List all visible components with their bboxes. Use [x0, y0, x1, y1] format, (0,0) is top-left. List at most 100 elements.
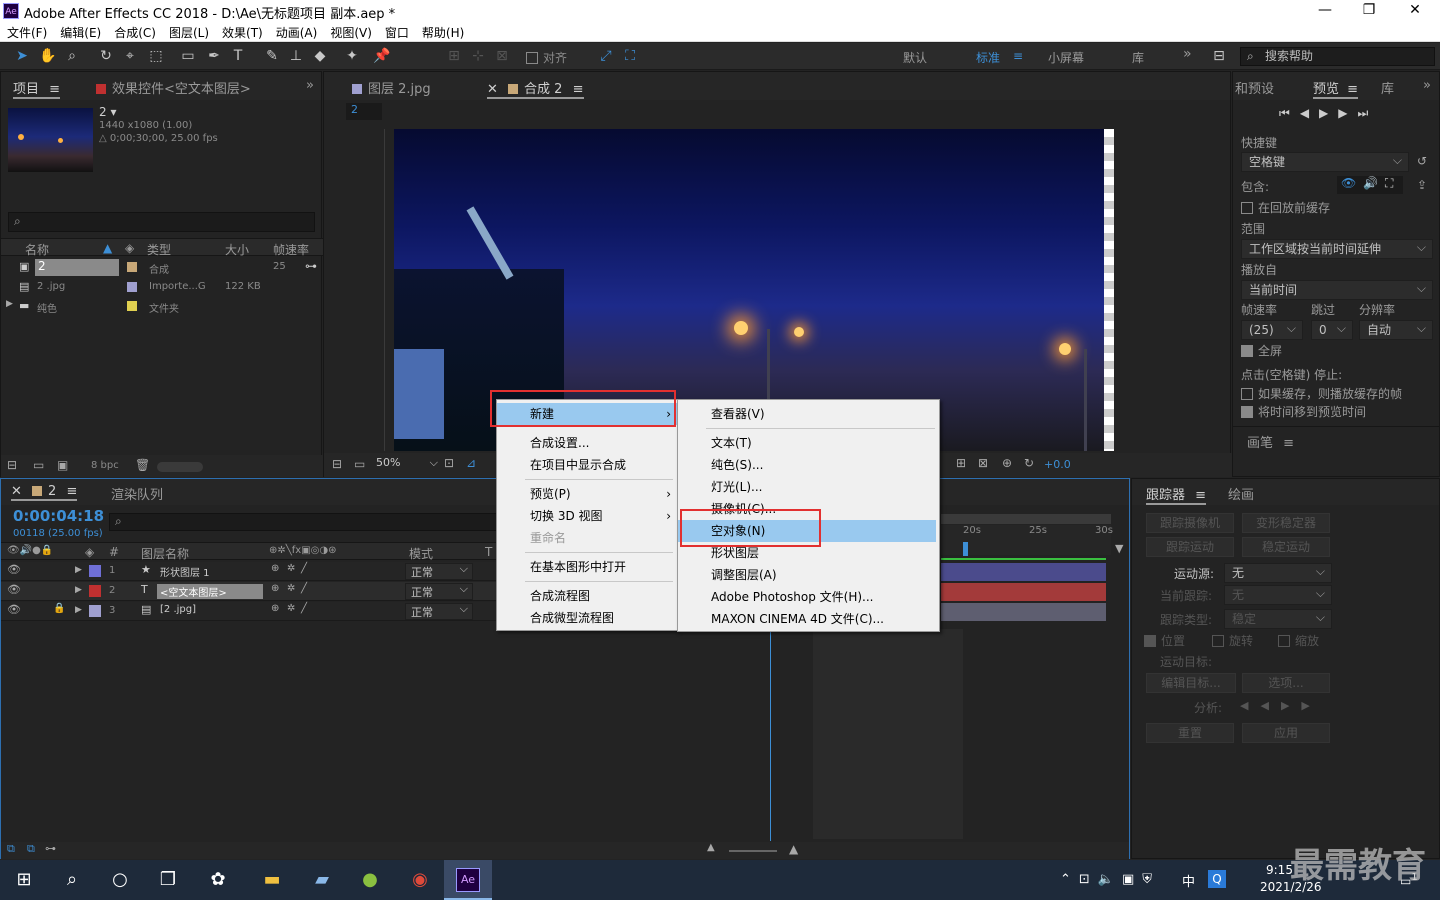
- file-explorer-icon[interactable]: ▬: [248, 860, 296, 900]
- rotation-checkbox[interactable]: 旋转: [1212, 632, 1253, 649]
- track-motion-button[interactable]: 跟踪运动: [1146, 537, 1234, 557]
- clock-time[interactable]: 9:15: [1266, 863, 1293, 877]
- stop-option-cache[interactable]: 如果缓存，则播放缓存的帧: [1241, 385, 1402, 402]
- bit-depth[interactable]: 8 bpc: [91, 460, 119, 471]
- timeline-search-input[interactable]: ⌕: [109, 513, 499, 531]
- snap-edges-icon[interactable]: ⤢: [596, 47, 616, 65]
- current-timecode[interactable]: 0:00:04:18: [13, 507, 104, 525]
- menu-file[interactable]: 文件(F): [0, 22, 53, 41]
- shy-switch-icon[interactable]: ⊕: [271, 603, 279, 614]
- quality-switch-icon[interactable]: ╱: [301, 583, 307, 594]
- melon-app-icon[interactable]: ●: [346, 860, 394, 900]
- visibility-eye-icon[interactable]: 👁: [7, 583, 21, 596]
- brush-tool-icon[interactable]: ✎: [262, 47, 282, 65]
- tab-project[interactable]: 项目 ≡: [13, 78, 61, 99]
- layer-bar-text[interactable]: [941, 583, 1106, 601]
- region-of-interest-icon[interactable]: ⊿: [466, 456, 476, 470]
- visibility-eye-icon[interactable]: 👁: [7, 563, 21, 576]
- blend-mode-dropdown[interactable]: 正常 ⌵: [405, 602, 473, 620]
- network-icon[interactable]: ⊡: [1079, 872, 1098, 887]
- puppet-pin-tool-icon[interactable]: 📌: [372, 47, 392, 65]
- qq-icon[interactable]: Q: [1208, 870, 1226, 888]
- reset-icon[interactable]: ↺: [1417, 154, 1427, 168]
- zoom-in-icon[interactable]: ▲: [789, 842, 798, 856]
- fps-dropdown[interactable]: (25): [1241, 319, 1303, 340]
- minimize-button[interactable]: —: [1305, 2, 1345, 18]
- tab-brushes[interactable]: 画笔 ≡: [1247, 432, 1294, 451]
- layer-bar-image[interactable]: [941, 603, 1106, 621]
- monitor-icon[interactable]: ▭: [354, 457, 365, 471]
- collapse-switch-icon[interactable]: ✲: [287, 563, 295, 574]
- clone-stamp-tool-icon[interactable]: ⊥: [286, 47, 306, 65]
- snapshot-icon[interactable]: ⊞: [956, 456, 966, 470]
- tab-effects-presets[interactable]: 和预设: [1235, 78, 1274, 97]
- submenu-item-cinema4d-file[interactable]: MAXON CINEMA 4D 文件(C)...: [678, 608, 939, 630]
- menu-edit[interactable]: 编辑(E): [53, 22, 107, 41]
- shortcut-dropdown[interactable]: 空格键: [1241, 151, 1409, 172]
- expand-triangle-icon[interactable]: ▶: [6, 299, 13, 309]
- rectangle-tool-icon[interactable]: ▭: [178, 47, 198, 65]
- close-button[interactable]: ✕: [1395, 2, 1435, 18]
- comp-dropdown-icon[interactable]: ▾: [110, 105, 116, 119]
- resolution-dropdown[interactable]: 自动: [1359, 319, 1433, 340]
- stop-option-move-time[interactable]: 将时间移到预览时间: [1241, 403, 1366, 420]
- work-area-bar[interactable]: [941, 514, 1111, 524]
- layer-label-color[interactable]: [89, 605, 101, 617]
- workspace-menu-icon[interactable]: ≡: [1013, 49, 1023, 63]
- zoom-out-icon[interactable]: ▲: [707, 842, 715, 853]
- menu-item-reveal-in-project[interactable]: 在项目中显示合成: [497, 454, 677, 476]
- skip-dropdown[interactable]: 0: [1311, 319, 1353, 340]
- col-fps[interactable]: 帧速率: [273, 241, 309, 258]
- menu-layer[interactable]: 图层(L): [162, 22, 215, 41]
- selection-tool-icon[interactable]: ➤: [12, 47, 32, 65]
- chrome-icon[interactable]: ◉: [396, 860, 444, 900]
- reset-button[interactable]: 重置: [1146, 723, 1234, 743]
- pen-tool-icon[interactable]: ✒: [204, 47, 224, 65]
- item-name-editing[interactable]: 2: [35, 259, 119, 276]
- motion-source-dropdown[interactable]: 无: [1224, 562, 1332, 583]
- workspace-default[interactable]: 默认: [903, 49, 927, 66]
- new-folder-icon[interactable]: ▭: [33, 458, 44, 472]
- windows-start-icon[interactable]: ⊞: [0, 860, 48, 900]
- menu-item-comp-flowchart[interactable]: 合成流程图: [497, 585, 677, 607]
- menu-item-comp-settings[interactable]: 合成设置...: [497, 432, 677, 454]
- col-layer-name[interactable]: 图层名称: [141, 545, 189, 562]
- play-icon[interactable]: ▶: [1319, 106, 1338, 120]
- analyze-forward-frame-icon[interactable]: ▶: [1301, 699, 1321, 712]
- shy-switch-icon[interactable]: ⊕: [271, 563, 279, 574]
- flowchart-icon[interactable]: ⊶: [45, 842, 56, 855]
- close-tab-icon[interactable]: ✕: [487, 82, 498, 97]
- layer-label-color[interactable]: [89, 585, 101, 597]
- always-preview-icon[interactable]: ⊟: [332, 457, 342, 471]
- menu-effect[interactable]: 效果(T): [215, 22, 269, 41]
- comp-marker-icon[interactable]: ▼: [1115, 542, 1127, 556]
- collapse-switch-icon[interactable]: ✲: [287, 583, 295, 594]
- tab-effect-controls[interactable]: 效果控件<空文本图层>: [96, 78, 251, 97]
- tab-preview[interactable]: 预览 ≡: [1313, 78, 1359, 99]
- tab-layer-viewer[interactable]: 图层 2.jpg: [352, 78, 431, 97]
- apply-button[interactable]: 应用: [1242, 723, 1330, 743]
- menu-window[interactable]: 窗口: [378, 22, 415, 41]
- tab-paint[interactable]: 绘画: [1228, 484, 1254, 503]
- video-eye-icon[interactable]: 👁: [1341, 176, 1356, 190]
- type-tool-icon[interactable]: T: [228, 47, 248, 65]
- sync-settings-icon[interactable]: ⊟: [1209, 47, 1229, 65]
- menu-item-comp-mini-flowchart[interactable]: 合成微型流程图: [497, 607, 677, 629]
- eraser-tool-icon[interactable]: ◆: [310, 47, 330, 65]
- snap-features-icon[interactable]: ⛶: [620, 47, 640, 65]
- tab-render-queue[interactable]: 渲染队列: [111, 484, 163, 503]
- col-size[interactable]: 大小: [225, 241, 249, 258]
- warp-stabilizer-button[interactable]: 变形稳定器: [1242, 513, 1330, 533]
- interpret-footage-icon[interactable]: ⊟: [7, 458, 17, 472]
- flowchart-icon[interactable]: ⊶: [305, 259, 317, 273]
- layer-name[interactable]: 形状图层 1: [157, 564, 263, 579]
- pinwheel-app-icon[interactable]: ✿: [194, 860, 242, 900]
- fullscreen-option[interactable]: 全屏: [1241, 342, 1282, 359]
- analyze-back-icon[interactable]: ◀: [1260, 699, 1280, 712]
- volume-icon[interactable]: 🔈: [1098, 872, 1122, 887]
- world-axis-icon[interactable]: ⊹: [468, 47, 488, 65]
- snap-toggle[interactable]: 对齐: [526, 49, 567, 66]
- analyze-forward-icon[interactable]: ▶: [1281, 699, 1301, 712]
- blend-mode-dropdown[interactable]: 正常 ⌵: [405, 562, 473, 580]
- analyze-back-frame-icon[interactable]: ◀: [1240, 699, 1260, 712]
